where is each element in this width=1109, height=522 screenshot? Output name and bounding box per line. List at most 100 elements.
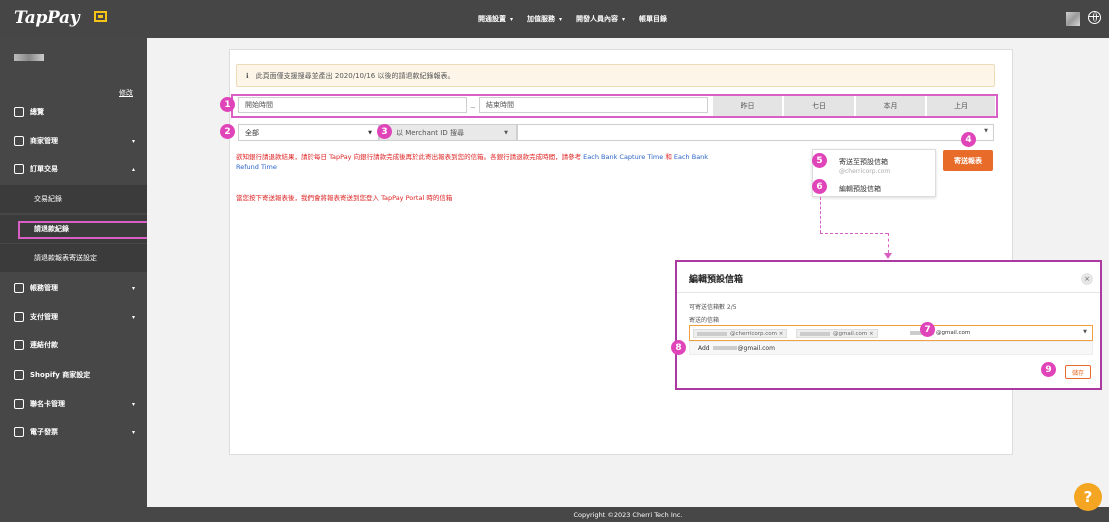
store-icon xyxy=(14,136,24,146)
sidebar-item-orders[interactable]: 訂單交易 ▴ xyxy=(0,155,147,183)
chevron-down-icon: ▾ xyxy=(131,137,135,145)
sidebar-item-e-invoice[interactable]: 電子發票 ▾ xyxy=(0,418,147,446)
tappay-logo[interactable]: TapPay xyxy=(14,8,80,28)
tag-remove-icon[interactable]: × xyxy=(779,331,784,337)
avatar[interactable] xyxy=(1066,12,1080,26)
callout-badge: 7 xyxy=(920,322,935,337)
capture-info-text: 欲知銀行請退款結果，請於每日 TapPay 向銀行請款完成後再於此寄出報表到您的… xyxy=(236,152,726,172)
edit-link[interactable]: 修改 xyxy=(119,88,133,98)
sidebar-item-label: 總覽 xyxy=(30,108,44,116)
sidebar-item-label: 商家管理 xyxy=(30,137,58,145)
close-icon[interactable]: × xyxy=(1081,273,1093,285)
save-button[interactable]: 儲存 xyxy=(1065,365,1091,379)
email-count-label: 可寄送信箱數 2/5 xyxy=(689,304,737,311)
notice-text: 此頁面僅支援搜尋並產出 2020/10/16 以後的請退款紀錄報表。 xyxy=(255,71,455,80)
connector-line xyxy=(820,197,821,233)
redacted-text xyxy=(800,332,830,336)
chevron-down-icon: ▾ xyxy=(510,16,514,23)
info-icon: ℹ xyxy=(246,71,249,80)
typed-email: @gmail.com xyxy=(910,330,970,336)
grid-icon xyxy=(14,107,24,117)
arrow-down-icon xyxy=(884,253,892,259)
sidebar-subitem-report-settings[interactable]: 請退款報表寄送設定 xyxy=(0,244,147,272)
tag-remove-icon[interactable]: × xyxy=(869,331,874,337)
bank-icon xyxy=(14,283,24,293)
chevron-down-icon: ▼ xyxy=(1083,329,1087,335)
sidebar-item-overview[interactable]: 總覽 xyxy=(0,98,147,126)
email-tag-input[interactable]: @cherricorp.com × @gmail.com × @gmail.co… xyxy=(689,325,1093,341)
globe-icon[interactable] xyxy=(1088,11,1101,24)
chevron-down-icon: ▾ xyxy=(131,313,135,321)
invoice-icon xyxy=(14,427,24,437)
divider xyxy=(677,292,1100,293)
nav-developer-content[interactable]: 開發人員內容 ▾ xyxy=(576,14,625,24)
sidebar-item-payment-link[interactable]: 連結付款 xyxy=(0,331,147,359)
sidebar-item-accounting[interactable]: 帳務管理 ▾ xyxy=(0,274,147,302)
sidebar-item-label: 支付管理 xyxy=(30,313,58,321)
suggestion-suffix: @gmail.com xyxy=(737,344,775,352)
this-month-button[interactable]: 本月 xyxy=(856,96,925,116)
nav-billing[interactable]: 帳單目錄 xyxy=(639,14,667,24)
sidebar-item-label: 訂單交易 xyxy=(30,165,58,173)
sidebar-item-shopify[interactable]: Shopify 商家設定 xyxy=(0,361,147,389)
nav-value-added-services[interactable]: 加值服務 ▾ xyxy=(527,14,562,24)
connector-line xyxy=(888,233,889,253)
add-email-suggestion[interactable]: Add @gmail.com xyxy=(689,341,1093,355)
email-tag: @gmail.com × xyxy=(796,329,878,338)
nav-label: 帳單目錄 xyxy=(639,15,668,23)
search-input[interactable]: ▼ xyxy=(517,124,994,141)
info-and: 和 xyxy=(665,153,672,161)
logo-mark-icon xyxy=(94,11,107,22)
chevron-down-icon: ▼ xyxy=(368,129,372,136)
sidebar-item-label: 交易紀錄 xyxy=(34,195,62,203)
chevron-down-icon: ▼ xyxy=(984,128,988,134)
info-text: 欲知銀行請退款結果，請於每日 TapPay 向銀行請款完成後再於此寄出報表到您的… xyxy=(236,153,582,161)
end-date-input[interactable]: 結束時間 xyxy=(479,97,708,113)
shopify-icon xyxy=(14,370,24,380)
help-button[interactable]: ? xyxy=(1074,483,1102,511)
tag-text: @gmail.com xyxy=(833,330,868,337)
send-options-menu: 寄送至預設信箱 @cherricorp.com 編輯預設信箱 xyxy=(812,149,936,197)
sidebar-item-merchant[interactable]: 商家管理 ▾ xyxy=(0,127,147,155)
start-date-label: 開始時間 xyxy=(245,101,273,109)
sidebar-item-label: Shopify 商家設定 xyxy=(30,371,91,379)
footer: Copyright ©2023 Cherri Tech Inc. xyxy=(147,507,1109,522)
capture-time-link[interactable]: Each Bank Capture Time xyxy=(583,153,663,161)
edit-default-email-item[interactable]: 編輯預設信箱 xyxy=(839,184,881,194)
chevron-down-icon: ▾ xyxy=(131,428,135,436)
redacted-text xyxy=(712,346,737,350)
start-date-input[interactable]: 開始時間 xyxy=(238,97,467,113)
seven-days-button[interactable]: 七日 xyxy=(784,96,854,116)
chevron-down-icon: ▼ xyxy=(504,129,508,136)
chevron-down-icon: ▾ xyxy=(559,16,563,23)
modal-title: 編輯預設信箱 xyxy=(689,275,744,285)
sidebar: 修改 總覽 商家管理 ▾ 訂單交易 ▴ 交易紀錄 請退款紀錄 請退款報表寄送設定 帳… xyxy=(0,38,147,522)
top-bar: TapPay 開通設置 ▾ 加值服務 ▾ 開發人員內容 ▾ 帳單目錄 xyxy=(0,0,1109,38)
date-separator: ~ xyxy=(470,104,476,112)
last-month-button[interactable]: 上月 xyxy=(927,96,995,116)
end-date-label: 結束時間 xyxy=(486,101,514,109)
notice-banner: ℹ 此頁面僅支援搜尋並產出 2020/10/16 以後的請退款紀錄報表。 xyxy=(236,64,995,87)
nav-activation-settings[interactable]: 開通設置 ▾ xyxy=(478,14,513,24)
send-report-button[interactable]: 寄送報表 xyxy=(943,150,993,171)
sidebar-item-cobrand-card[interactable]: 聯名卡管理 ▾ xyxy=(0,390,147,418)
sidebar-item-payment[interactable]: 支付管理 ▾ xyxy=(0,303,147,331)
redacted-text xyxy=(697,332,727,336)
callout-badge: 3 xyxy=(377,124,392,139)
status-select[interactable]: 全部 ▼ xyxy=(238,124,379,141)
sidebar-subitem-transactions[interactable]: 交易紀錄 xyxy=(0,185,147,213)
yesterday-button[interactable]: 昨日 xyxy=(713,96,782,116)
nav-label: 開通設置 xyxy=(478,15,506,23)
edit-default-email-modal: 編輯預設信箱 × 可寄送信箱數 2/5 寄送的信箱 @cherricorp.co… xyxy=(675,260,1102,390)
sidebar-item-label: 請退款報表寄送設定 xyxy=(34,254,97,262)
send-to-default-item[interactable]: 寄送至預設信箱 xyxy=(839,157,888,167)
search-mode-select[interactable]: 以 Merchant ID 搜尋 ▼ xyxy=(379,124,517,141)
nav-label: 開發人員內容 xyxy=(576,15,619,23)
link-icon xyxy=(14,340,24,350)
callout-badge: 8 xyxy=(671,340,686,355)
typed-text: @gmail.com xyxy=(936,330,971,336)
connector-line xyxy=(820,233,888,234)
sidebar-item-label: 電子發票 xyxy=(30,428,58,436)
sidebar-item-label: 連結付款 xyxy=(30,341,58,349)
top-nav: 開通設置 ▾ 加值服務 ▾ 開發人員內容 ▾ 帳單目錄 xyxy=(478,0,667,38)
